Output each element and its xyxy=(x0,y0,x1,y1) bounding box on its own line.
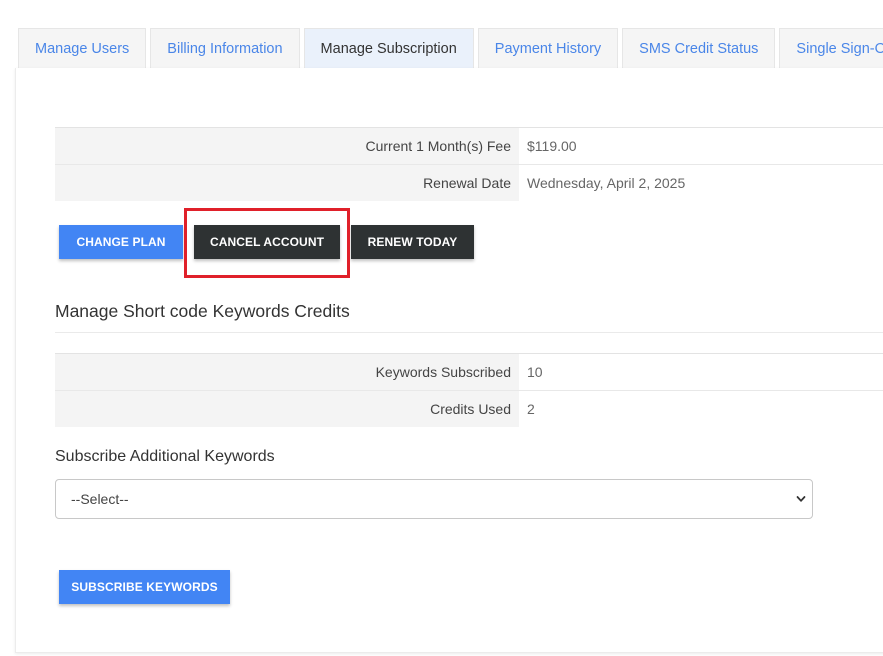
tab-manage-users[interactable]: Manage Users xyxy=(18,28,147,68)
tab-bar: Manage Users Billing Information Manage … xyxy=(18,28,883,68)
table-row: Renewal Date Wednesday, April 2, 2025 xyxy=(55,165,883,201)
table-row: Keywords Subscribed 10 xyxy=(55,354,883,391)
credits-used-value: 2 xyxy=(527,401,535,417)
subscription-info-table: Current 1 Month(s) Fee $119.00 Renewal D… xyxy=(55,127,883,201)
tab-manage-subscription[interactable]: Manage Subscription xyxy=(303,28,474,68)
keywords-subscribed-label: Keywords Subscribed xyxy=(55,354,519,390)
additional-keywords-label: Subscribe Additional Keywords xyxy=(55,448,275,465)
keywords-subscribed-value: 10 xyxy=(527,364,543,380)
tab-single-sign-on[interactable]: Single Sign-On xyxy=(779,28,883,68)
tab-sms-credit-status[interactable]: SMS Credit Status xyxy=(622,28,776,68)
tab-payment-history[interactable]: Payment History xyxy=(477,28,619,68)
credits-used-label: Credits Used xyxy=(55,391,519,427)
fee-value: $119.00 xyxy=(527,138,577,154)
section-divider xyxy=(55,332,883,333)
renewal-date-label: Renewal Date xyxy=(55,165,519,201)
change-plan-button[interactable]: CHANGE PLAN xyxy=(59,225,183,259)
select-value: --Select-- xyxy=(71,491,129,507)
tab-billing-information[interactable]: Billing Information xyxy=(150,28,300,68)
renew-today-button[interactable]: RENEW TODAY xyxy=(351,225,474,259)
keywords-info-table: Keywords Subscribed 10 Credits Used 2 xyxy=(55,353,883,427)
fee-label: Current 1 Month(s) Fee xyxy=(55,128,519,164)
highlight-annotation xyxy=(184,208,350,278)
keywords-select[interactable]: --Select-- xyxy=(55,479,813,519)
table-row: Current 1 Month(s) Fee $119.00 xyxy=(55,128,883,165)
chevron-down-icon xyxy=(796,496,806,502)
renewal-date-value: Wednesday, April 2, 2025 xyxy=(527,175,686,191)
table-row: Credits Used 2 xyxy=(55,391,883,427)
keywords-section-title: Manage Short code Keywords Credits xyxy=(55,301,350,321)
subscribe-keywords-button[interactable]: SUBSCRIBE KEYWORDS xyxy=(59,570,230,604)
